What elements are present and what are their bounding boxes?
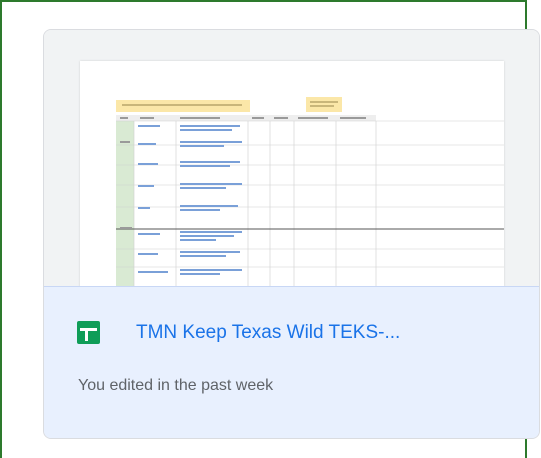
file-title[interactable]: TMN Keep Texas Wild TEKS-... (136, 322, 400, 344)
file-card[interactable]: TMN Keep Texas Wild TEKS-... You edited … (43, 29, 540, 439)
spreadsheet-thumbnail (80, 61, 504, 287)
file-preview[interactable] (44, 30, 539, 287)
google-sheets-icon (77, 321, 100, 344)
file-card-footer[interactable]: TMN Keep Texas Wild TEKS-... You edited … (44, 286, 539, 438)
last-edited-text: You edited in the past week (78, 377, 274, 394)
spreadsheet-thumbnail-image (116, 97, 504, 287)
